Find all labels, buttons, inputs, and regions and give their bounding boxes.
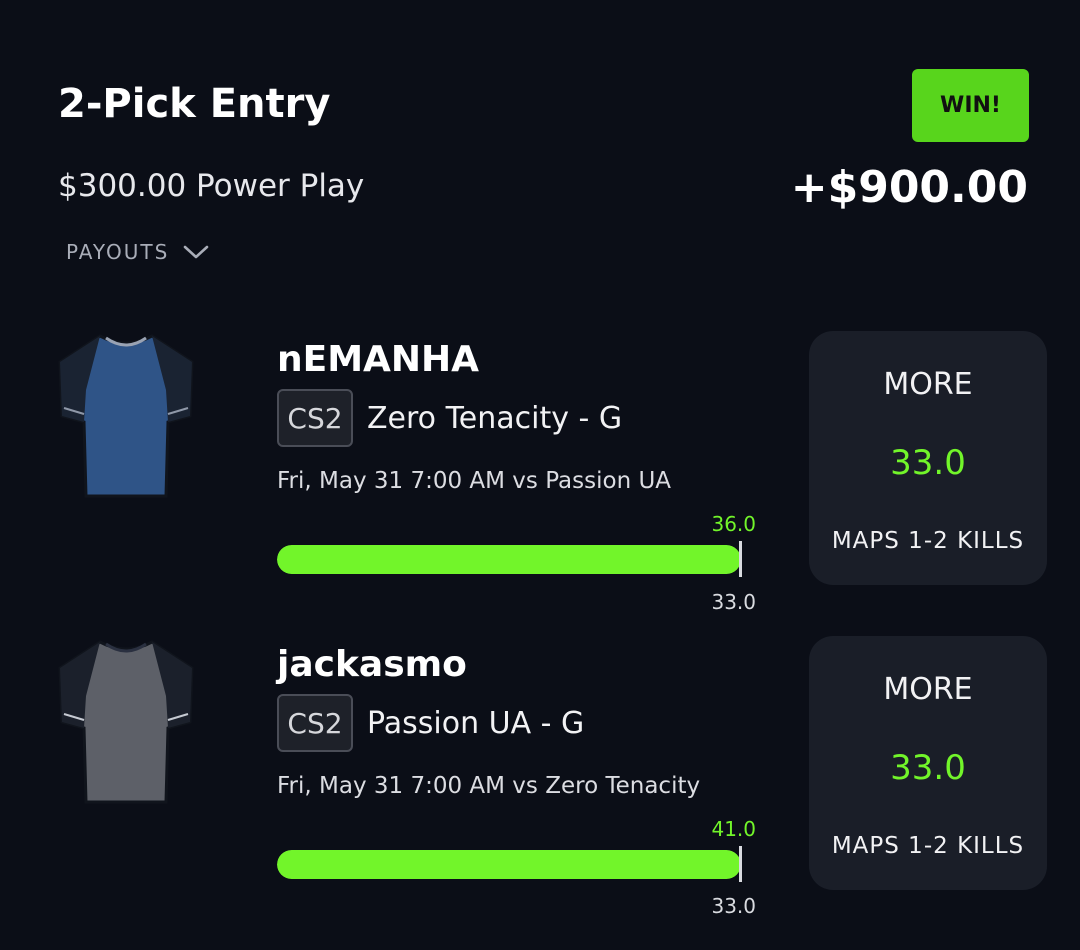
- payout-amount: +$900.00: [790, 162, 1028, 213]
- line-value: 33.0: [711, 894, 756, 918]
- jersey-icon: [56, 330, 196, 502]
- game-info: Fri, May 31 7:00 AM vs Passion UA: [277, 468, 672, 494]
- chevron-down-icon: [183, 244, 209, 260]
- progress-bar: [277, 850, 741, 879]
- entry-title: 2-Pick Entry: [58, 81, 331, 127]
- pick-stat: MAPS 1-2 KILLS: [831, 528, 1025, 554]
- pick-stat: MAPS 1-2 KILLS: [831, 833, 1025, 859]
- progress-fill: [277, 545, 741, 574]
- actual-value: 41.0: [711, 817, 756, 841]
- line-marker: [739, 541, 742, 577]
- pick-direction: MORE: [883, 367, 973, 402]
- line-value: 33.0: [711, 590, 756, 614]
- league-tag: CS2: [277, 389, 353, 447]
- pick-card[interactable]: MORE 33.0 MAPS 1-2 KILLS: [809, 331, 1047, 585]
- player-name: jackasmo: [277, 644, 467, 685]
- pick-line: 33.0: [890, 748, 966, 788]
- team-position: Zero Tenacity - G: [367, 401, 623, 436]
- payouts-toggle[interactable]: PAYOUTS: [66, 240, 209, 264]
- line-marker: [739, 846, 742, 882]
- progress-fill: [277, 850, 741, 879]
- win-badge: WIN!: [912, 69, 1029, 142]
- team-position: Passion UA - G: [367, 706, 585, 741]
- pick-line: 33.0: [890, 443, 966, 483]
- pick-direction: MORE: [883, 672, 973, 707]
- actual-value: 36.0: [711, 512, 756, 536]
- game-info: Fri, May 31 7:00 AM vs Zero Tenacity: [277, 773, 701, 799]
- pick-card[interactable]: MORE 33.0 MAPS 1-2 KILLS: [809, 636, 1047, 890]
- player-name: nEMANHA: [277, 339, 480, 380]
- progress-bar: [277, 545, 741, 574]
- league-tag: CS2: [277, 694, 353, 752]
- entry-summary: $300.00 Power Play: [58, 168, 365, 204]
- jersey-icon: [56, 636, 196, 808]
- payouts-label: PAYOUTS: [66, 240, 170, 264]
